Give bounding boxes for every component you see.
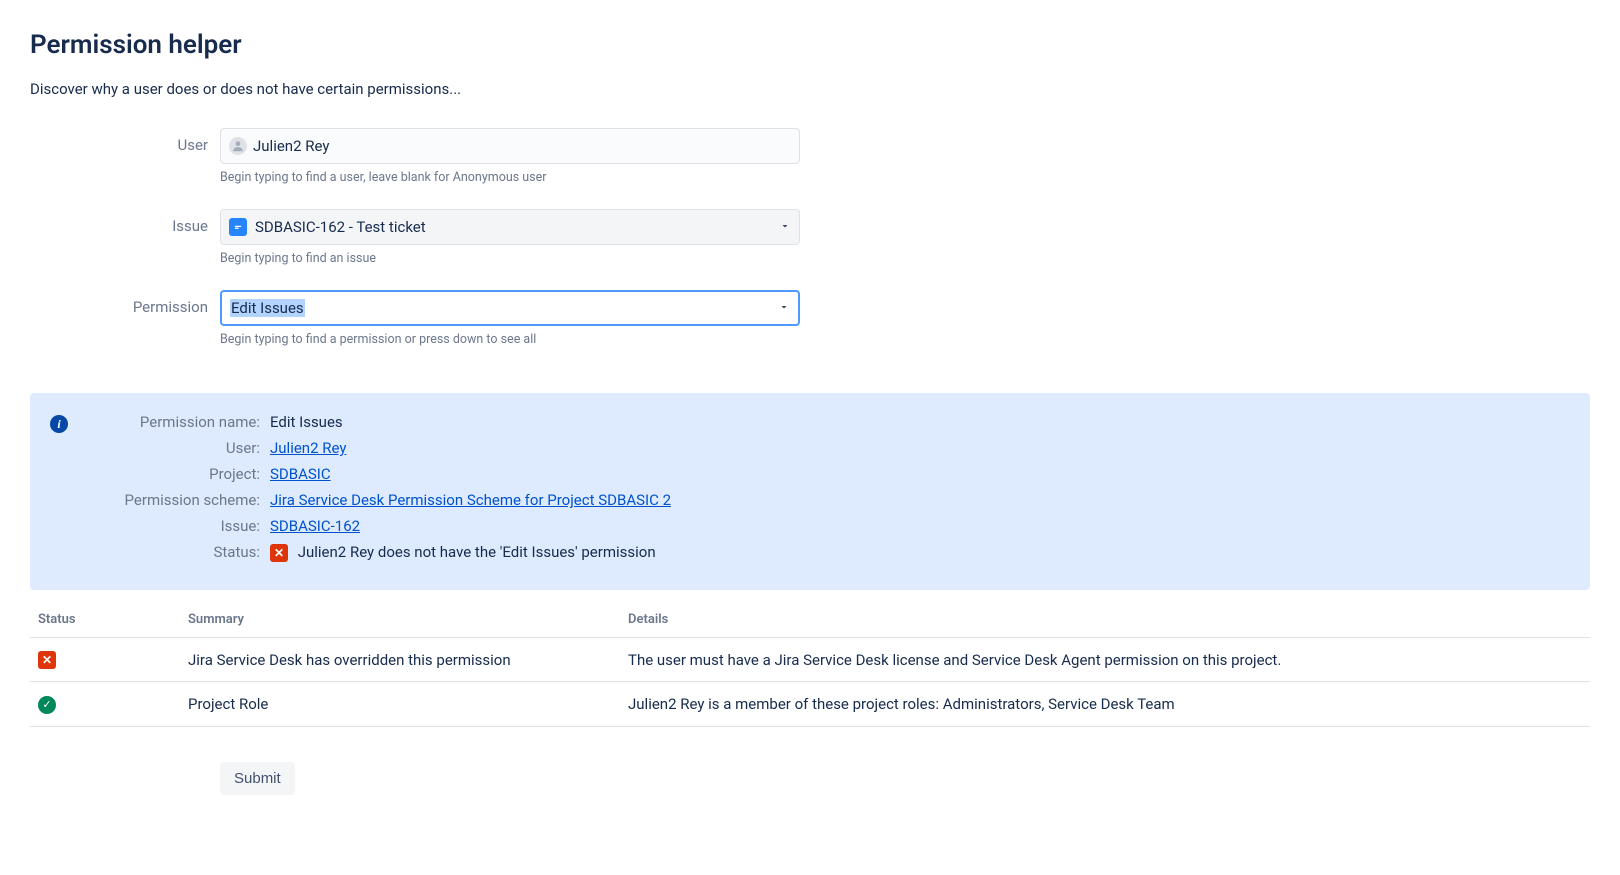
cell-details: The user must have a Jira Service Desk l… [620, 638, 1590, 682]
info-row: Permission scheme:Jira Service Desk Perm… [80, 491, 1570, 509]
form-row-issue: Issue SDBASIC-162 - Test ticket Begin ty… [30, 209, 1590, 282]
issue-label: Issue [30, 209, 220, 235]
issue-help: Begin typing to find an issue [220, 251, 800, 266]
info-value: Jira Service Desk Permission Scheme for … [270, 491, 671, 509]
info-key: Permission scheme: [80, 491, 270, 509]
col-header-summary: Summary [180, 602, 620, 638]
col-header-details: Details [620, 602, 1590, 638]
permission-input[interactable]: Edit Issues [220, 290, 800, 326]
info-status-value: ✕ Julien2 Rey does not have the 'Edit Is… [270, 543, 656, 562]
user-value: Julien2 Rey [253, 137, 329, 155]
info-value: SDBASIC [270, 465, 331, 483]
user-avatar-icon [229, 137, 247, 155]
info-key: User: [80, 439, 270, 457]
chevron-down-icon [779, 218, 791, 236]
issue-type-icon [229, 218, 247, 236]
info-key: Issue: [80, 517, 270, 535]
info-link[interactable]: SDBASIC-162 [270, 517, 360, 535]
submit-button[interactable]: Submit [220, 762, 295, 795]
info-link[interactable]: Julien2 Rey [270, 439, 346, 457]
chevron-down-icon [778, 299, 790, 317]
table-row: ✓ Project RoleJulien2 Rey is a member of … [30, 682, 1590, 727]
info-key: Project: [80, 465, 270, 483]
cell-status: ✕ [30, 638, 180, 682]
info-value: Edit Issues [270, 413, 343, 431]
user-input[interactable]: Julien2 Rey [220, 128, 800, 164]
info-icon: i [50, 415, 68, 433]
x-icon: ✕ [270, 544, 288, 562]
cell-details: Julien2 Rey is a member of these project… [620, 682, 1590, 727]
info-row-status: Status:✕ Julien2 Rey does not have the '… [80, 543, 1570, 562]
permission-label: Permission [30, 290, 220, 316]
permission-help: Begin typing to find a permission or pre… [220, 332, 800, 347]
form-row-user: User Julien2 Rey Begin typing to find a … [30, 128, 1590, 201]
check-icon: ✓ [38, 696, 56, 714]
x-icon: ✕ [38, 651, 56, 669]
permission-value: Edit Issues [230, 299, 305, 317]
info-row: Project:SDBASIC [80, 465, 1570, 483]
form-row-permission: Permission Edit Issues Begin typing to f… [30, 290, 1590, 363]
info-key: Status: [80, 543, 270, 562]
page-subtitle: Discover why a user does or does not hav… [30, 80, 1590, 98]
issue-value: SDBASIC-162 - Test ticket [255, 218, 426, 236]
info-row: Permission name:Edit Issues [80, 413, 1570, 431]
info-value: Julien2 Rey [270, 439, 346, 457]
results-table: Status Summary Details ✕ Jira Service Des… [30, 602, 1590, 727]
info-link[interactable]: Jira Service Desk Permission Scheme for … [270, 491, 671, 509]
info-row: Issue:SDBASIC-162 [80, 517, 1570, 535]
info-key: Permission name: [80, 413, 270, 431]
cell-summary: Jira Service Desk has overridden this pe… [180, 638, 620, 682]
user-label: User [30, 128, 220, 154]
info-panel: i Permission name:Edit IssuesUser:Julien… [30, 393, 1590, 590]
info-link[interactable]: SDBASIC [270, 465, 331, 483]
cell-summary: Project Role [180, 682, 620, 727]
col-header-status: Status [30, 602, 180, 638]
user-help: Begin typing to find a user, leave blank… [220, 170, 800, 185]
table-row: ✕ Jira Service Desk has overridden this p… [30, 638, 1590, 682]
info-value: SDBASIC-162 [270, 517, 360, 535]
page-title: Permission helper [30, 30, 1590, 60]
info-row: User:Julien2 Rey [80, 439, 1570, 457]
cell-status: ✓ [30, 682, 180, 727]
issue-input[interactable]: SDBASIC-162 - Test ticket [220, 209, 800, 245]
